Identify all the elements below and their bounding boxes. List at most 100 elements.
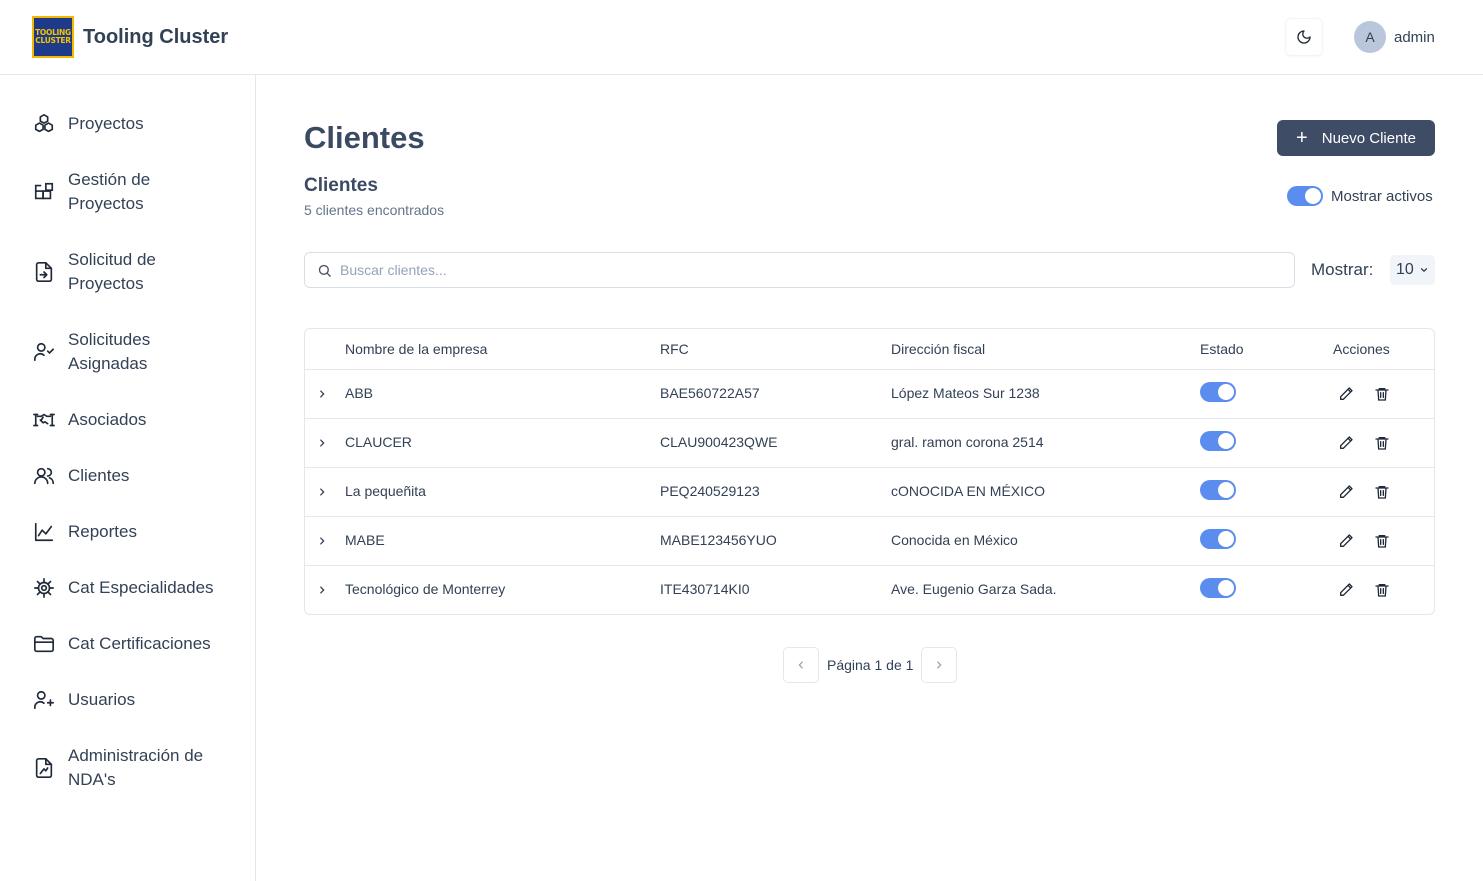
prev-page-button[interactable] — [783, 647, 819, 683]
boxes-icon — [32, 112, 56, 136]
trash-icon[interactable] — [1373, 434, 1391, 452]
status-toggle[interactable] — [1200, 382, 1236, 402]
pencil-icon[interactable] — [1337, 385, 1355, 403]
plus-icon: + — [1296, 127, 1308, 149]
column-header-status[interactable]: Estado — [1200, 341, 1244, 357]
sidebar-item-label: Solicitudes Asignadas — [68, 330, 151, 373]
trash-icon[interactable] — [1373, 581, 1391, 599]
sidebar-item-solicitudes-asignadas[interactable]: Solicitudes Asignadas — [32, 328, 228, 376]
client-address: López Mateos Sur 1238 — [891, 385, 1040, 401]
folder-icon — [32, 632, 56, 656]
client-address: gral. ramon corona 2514 — [891, 434, 1044, 450]
users-icon — [32, 464, 56, 488]
client-rfc: PEQ240529123 — [660, 483, 760, 499]
sidebar-item-label: Solicitud de Proyectos — [68, 250, 156, 293]
handshake-icon — [32, 408, 56, 432]
client-address: Conocida en México — [891, 532, 1018, 548]
status-toggle[interactable] — [1200, 480, 1236, 500]
pencil-icon[interactable] — [1337, 483, 1355, 501]
column-header-name[interactable]: Nombre de la empresa — [345, 341, 487, 357]
client-rfc: BAE560722A57 — [660, 385, 760, 401]
client-name: La pequeñita — [345, 483, 426, 499]
sidebar-item-label: Reportes — [68, 522, 137, 541]
file-input-icon — [32, 260, 56, 284]
sidebar-item-label: Cat Especialidades — [68, 578, 214, 597]
pencil-icon[interactable] — [1337, 581, 1355, 599]
pencil-icon[interactable] — [1337, 532, 1355, 550]
table-row: La pequeñita PEQ240529123 cONOCIDA EN MÉ… — [305, 468, 1434, 517]
chevron-right-icon[interactable] — [315, 581, 329, 599]
sidebar-item-administracion-nda[interactable]: Administración de NDA's — [32, 744, 228, 792]
pencil-icon[interactable] — [1337, 434, 1355, 452]
trash-icon[interactable] — [1373, 483, 1391, 501]
client-rfc: CLAU900423QWE — [660, 434, 778, 450]
show-active-label: Mostrar activos — [1331, 187, 1433, 205]
sidebar: Proyectos Gestión de Proyectos Solicitud… — [0, 75, 256, 881]
blocks-icon — [32, 180, 56, 204]
search-box[interactable] — [304, 252, 1295, 288]
sidebar-item-label: Clientes — [68, 466, 130, 485]
search-icon — [318, 264, 331, 277]
table-header: Nombre de la empresa RFC Dirección fisca… — [305, 329, 1434, 370]
page-indicator: Página 1 de 1 — [827, 657, 914, 673]
table-row: CLAUCER CLAU900423QWE gral. ramon corona… — [305, 419, 1434, 468]
sidebar-item-label: Administración de NDA's — [68, 746, 204, 789]
sidebar-item-gestion-proyectos[interactable]: Gestión de Proyectos — [32, 168, 228, 216]
chevron-right-icon[interactable] — [315, 483, 329, 501]
app-title: Tooling Cluster — [83, 25, 229, 48]
status-toggle[interactable] — [1200, 431, 1236, 451]
user-check-icon — [32, 340, 56, 364]
user-menu[interactable]: A admin — [1354, 21, 1435, 53]
column-header-rfc[interactable]: RFC — [660, 341, 689, 357]
column-header-address[interactable]: Dirección fiscal — [891, 341, 985, 357]
client-name: Tecnológico de Monterrey — [345, 581, 506, 597]
show-active-switch[interactable] — [1287, 186, 1323, 206]
sidebar-item-clientes[interactable]: Clientes — [32, 464, 228, 488]
sidebar-item-proyectos[interactable]: Proyectos — [32, 112, 228, 136]
search-input[interactable] — [340, 262, 1240, 278]
chevron-right-icon[interactable] — [315, 385, 329, 403]
chevron-right-icon[interactable] — [315, 532, 329, 550]
sidebar-item-label: Usuarios — [68, 690, 136, 709]
page-size-label: Mostrar: — [1311, 260, 1374, 279]
theme-toggle-button[interactable] — [1285, 18, 1323, 56]
sidebar-item-solicitud-proyectos[interactable]: Solicitud de Proyectos — [32, 248, 228, 296]
cog-icon — [32, 576, 56, 600]
clients-table: Nombre de la empresa RFC Dirección fisca… — [304, 328, 1435, 615]
pagination: Página 1 de 1 — [783, 647, 958, 683]
top-bar: TOOLING CLUSTER Tooling Cluster A admin — [0, 0, 1483, 75]
result-count: 5 clientes encontrados — [304, 202, 445, 218]
page-size-value: 10 — [1396, 261, 1414, 278]
client-rfc: ITE430714KI0 — [660, 581, 750, 597]
avatar: A — [1354, 21, 1386, 53]
next-page-button[interactable] — [921, 647, 958, 683]
moon-icon — [1297, 30, 1311, 44]
status-toggle[interactable] — [1200, 529, 1236, 549]
section-title: Clientes — [304, 175, 378, 196]
sidebar-item-usuarios[interactable]: Usuarios — [32, 688, 228, 712]
client-name: ABB — [345, 385, 374, 401]
chevron-right-icon — [937, 661, 942, 669]
client-name: MABE — [345, 532, 385, 548]
status-toggle[interactable] — [1200, 578, 1236, 598]
new-client-button-label: Nuevo Cliente — [1321, 129, 1416, 147]
user-name: admin — [1394, 28, 1435, 46]
sidebar-item-asociados[interactable]: Asociados — [32, 408, 228, 432]
new-client-button[interactable]: + Nuevo Cliente — [1277, 120, 1435, 156]
client-address: Ave. Eugenio Garza Sada. — [891, 581, 1057, 597]
brand[interactable]: TOOLING CLUSTER Tooling Cluster — [32, 16, 228, 58]
page-size-select[interactable]: 10 — [1390, 255, 1435, 285]
trash-icon[interactable] — [1373, 385, 1391, 403]
sidebar-item-cat-especialidades[interactable]: Cat Especialidades — [32, 576, 228, 600]
trash-icon[interactable] — [1373, 532, 1391, 550]
sidebar-item-label: Gestión de Proyectos — [68, 170, 151, 213]
table-row: Tecnológico de Monterrey ITE430714KI0 Av… — [305, 566, 1434, 615]
chevron-right-icon[interactable] — [315, 434, 329, 452]
client-name: CLAUCER — [345, 434, 412, 450]
sidebar-item-cat-certificaciones[interactable]: Cat Certificaciones — [32, 632, 228, 656]
sidebar-item-label: Proyectos — [68, 114, 144, 133]
column-header-actions: Acciones — [1333, 341, 1390, 357]
table-row: ABB BAE560722A57 López Mateos Sur 1238 — [305, 370, 1434, 419]
show-active-toggle[interactable]: Mostrar activos — [1287, 186, 1433, 206]
sidebar-item-reportes[interactable]: Reportes — [32, 520, 228, 544]
